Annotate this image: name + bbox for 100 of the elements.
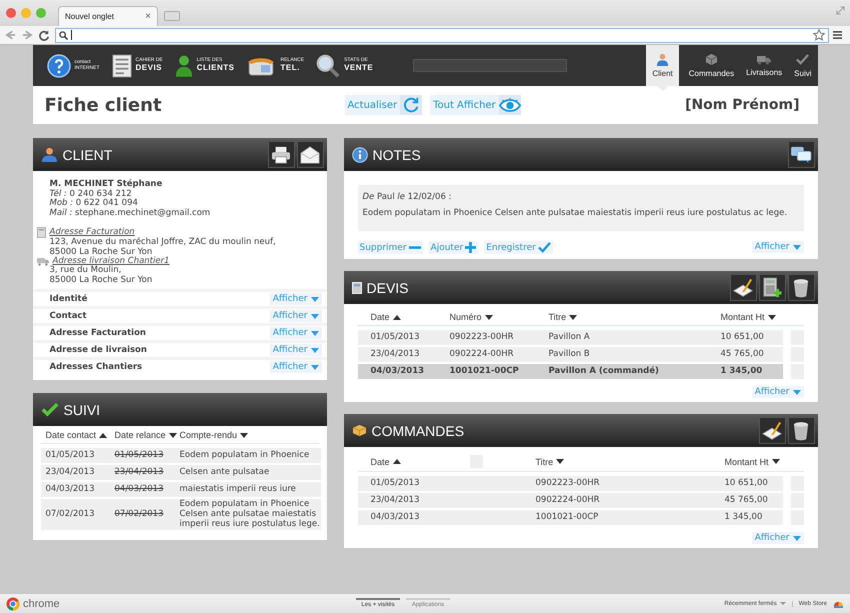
column-header[interactable]: Date xyxy=(370,312,390,322)
nav-tab[interactable]: Client xyxy=(646,45,679,86)
table-cell-text: 1 345,00 xyxy=(724,512,764,524)
table-cell-text: Pavillon A xyxy=(548,332,591,344)
pencil-button[interactable] xyxy=(758,417,786,444)
table-cell-text: 0902223-00HR xyxy=(536,478,601,490)
eye-icon xyxy=(498,98,521,112)
table-cell-text: 04/03/2013 xyxy=(370,366,426,378)
tab-title: Nouvel onglet xyxy=(65,12,114,21)
panel-title: DEVIS xyxy=(366,280,409,296)
column-header[interactable]: Titre xyxy=(548,312,566,322)
table-row[interactable]: 23/04/2013 0902224-00HR 45 765,00 xyxy=(358,493,782,508)
calculator-add-button[interactable] xyxy=(758,274,786,302)
table-cell-text: 45 765,00 xyxy=(724,494,769,507)
sort-down-icon[interactable] xyxy=(240,432,248,438)
person-icon xyxy=(656,53,670,66)
column-header[interactable]: Date contact xyxy=(46,430,96,440)
column-header[interactable]: Titre xyxy=(536,456,554,467)
contact-line: Tél : 0 240 634 212 xyxy=(50,190,132,199)
column-header[interactable]: Date relance xyxy=(114,430,166,440)
column-header[interactable]: Compte-rendu xyxy=(180,430,238,440)
checkmark-icon xyxy=(796,53,810,66)
chat-button[interactable] xyxy=(788,141,814,168)
column-header[interactable]: Montant Ht xyxy=(720,312,765,322)
printer-button[interactable] xyxy=(268,141,294,168)
section-label: Adresses Chantiers xyxy=(50,362,142,372)
address-link[interactable]: Adresse Facturation xyxy=(50,228,135,238)
address-line: 85000 La Roche Sur Yon xyxy=(48,276,154,286)
column-header[interactable]: Date xyxy=(370,456,390,467)
table-cell-text: 1 345,00 xyxy=(720,366,764,378)
table-cell-text: 45 765,00 xyxy=(720,348,765,361)
table-cell-text: 04/03/2013 xyxy=(114,484,164,496)
info-icon xyxy=(352,146,368,162)
search-field[interactable] xyxy=(413,59,568,72)
store-icon[interactable] xyxy=(833,599,844,608)
table-row[interactable]: 04/03/2013 1001021-00CP 1 345,00 xyxy=(358,510,782,526)
table-row[interactable]: 01/05/2013 0902223-00HR Pavillon A 10 651,00 xyxy=(358,330,782,346)
section-label: Identité xyxy=(50,294,88,304)
table-cell-text: Eodem populatam in Phoenice xyxy=(180,450,310,462)
minus-icon xyxy=(408,246,421,250)
browser-tab[interactable]: Nouvel onglet × xyxy=(58,6,158,26)
chat-icon xyxy=(790,146,812,164)
envelope-icon xyxy=(300,146,320,164)
trash-button[interactable] xyxy=(788,417,814,444)
refresh-icon xyxy=(402,96,420,114)
table-cell-text: Pavillon B xyxy=(548,348,591,361)
table-cell-text: 23/04/2013 xyxy=(114,466,164,478)
table-cell-text: 01/05/2013 xyxy=(370,478,420,490)
sort-down-icon[interactable] xyxy=(168,432,177,438)
address-line: 85000 La Roche Sur Yon xyxy=(48,248,152,257)
magnifier-icon xyxy=(316,54,340,78)
address-field[interactable] xyxy=(55,28,829,42)
search-icon xyxy=(59,30,68,40)
pencil-button[interactable] xyxy=(730,274,756,302)
column-header[interactable]: Montant Ht xyxy=(724,456,769,467)
page-title: Fiche client xyxy=(44,94,163,116)
sort-down-icon[interactable] xyxy=(569,314,578,320)
table-cell: Eodem populatam in Phoenice Celsen ante pulsatae maiestatis imperii reus iure postulatus lege. xyxy=(180,499,320,530)
table-cell-text: maiestatis imperii reus iure xyxy=(180,484,297,496)
trash-button[interactable] xyxy=(788,274,814,302)
note-header: De Paul le 12/02/06 : xyxy=(362,191,452,204)
envelope-button[interactable] xyxy=(296,141,324,168)
sort-up-icon[interactable] xyxy=(99,432,108,438)
table-cell-text: 23/04/2013 xyxy=(370,348,420,361)
table-cell-text: 10 651,00 xyxy=(720,332,765,344)
table-row[interactable]: 04/03/2013 1001021-00CP Pavillon A (commandé) 1 345,00 xyxy=(358,364,782,380)
address-link[interactable]: Adresse livraison Chantier1 xyxy=(52,257,170,266)
reload-icon[interactable] xyxy=(38,29,51,41)
table-cell-text: 01/05/2013 xyxy=(46,450,96,462)
table-cell-text: 1001021-00CP xyxy=(536,512,600,524)
sort-down-icon[interactable] xyxy=(484,314,493,320)
printer-icon xyxy=(271,146,291,164)
calculator-icon xyxy=(352,282,362,294)
browser-name: chrome xyxy=(23,598,60,610)
table-cell-text: 10 651,00 xyxy=(724,478,769,490)
section-label: Adresse Facturation xyxy=(50,328,146,338)
table-row[interactable]: 01/05/2013 0902223-00HR 10 651,00 xyxy=(358,476,782,492)
browser-logo-icon xyxy=(6,596,20,610)
sort-down-icon[interactable] xyxy=(772,459,780,464)
plus-icon xyxy=(465,242,476,254)
sort-up-icon[interactable] xyxy=(392,314,401,320)
calculator-icon xyxy=(36,227,46,238)
close-tab-button[interactable]: × xyxy=(145,11,151,22)
checkmark-icon xyxy=(538,242,551,254)
sort-down-icon[interactable] xyxy=(556,459,564,464)
table-cell-text: 0902223-00HR xyxy=(450,332,515,344)
table-row[interactable]: 23/04/2013 0902224-00HR Pavillon B 45 765,00 xyxy=(358,347,782,362)
table-cell-text: 01/05/2013 xyxy=(370,332,420,344)
client-name: [Nom Prénom] xyxy=(685,97,800,113)
panel-title: CLIENT xyxy=(62,146,112,162)
truck-icon xyxy=(36,257,48,266)
panel-title: NOTES xyxy=(372,146,421,162)
column-header[interactable]: Numéro xyxy=(450,312,482,322)
sort-up-icon[interactable] xyxy=(392,459,401,464)
contact-line: Mail : stephane.mechinet@gmail.com xyxy=(50,208,212,218)
star-icon[interactable] xyxy=(813,29,825,41)
client-full-name: M. MECHINET Stéphane xyxy=(50,180,164,189)
trash-icon xyxy=(793,420,809,441)
pencil-icon xyxy=(761,420,783,441)
sort-down-icon[interactable] xyxy=(768,314,776,320)
